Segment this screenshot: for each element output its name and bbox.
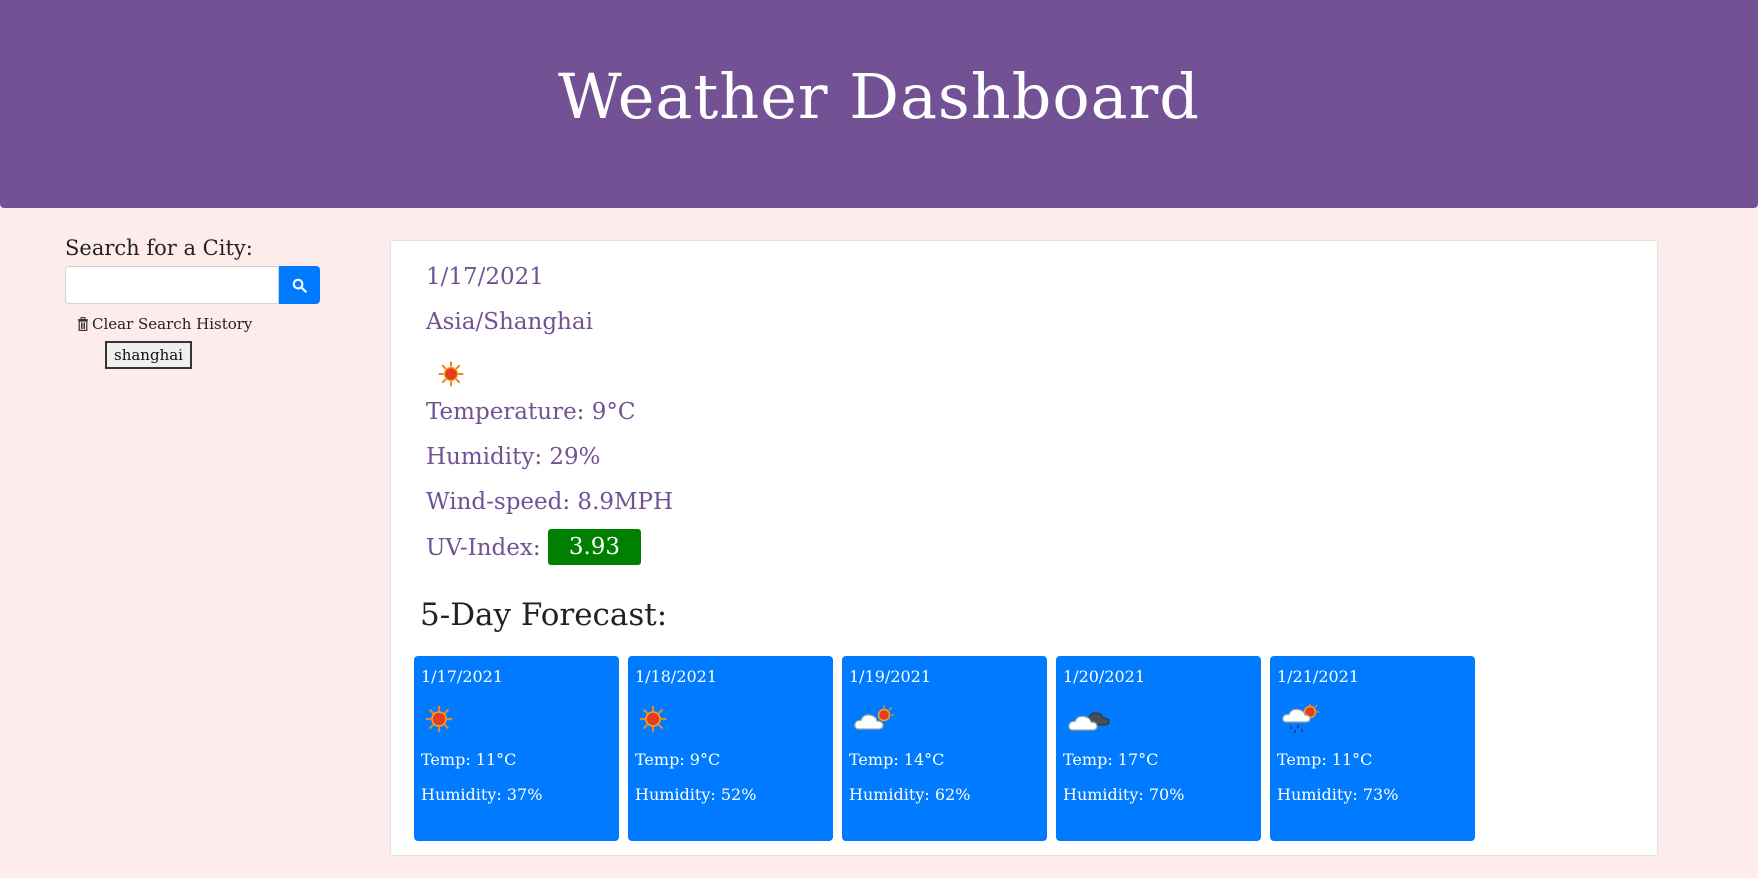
- forecast-card-day-1: 1/17/2021 Temp: 11°C Humidity: 37%: [414, 656, 619, 841]
- uv-index-row: UV-Index: 3.93: [426, 529, 673, 576]
- current-timezone: Asia/Shanghai: [426, 309, 593, 335]
- search-icon: [292, 278, 307, 293]
- sun-icon: [438, 361, 464, 386]
- rain-sun-icon: [1282, 704, 1320, 734]
- partly-cloudy-icon: [854, 705, 895, 730]
- forecast-date: 1/21/2021: [1277, 667, 1360, 686]
- forecast-card-day-5: 1/21/2021 Temp: 11°C Humidity: 73%: [1270, 656, 1475, 841]
- page-title: Weather Dashboard: [558, 59, 1200, 133]
- uv-index-badge: 3.93: [547, 529, 641, 565]
- forecast-humidity: Humidity: 73%: [1277, 785, 1399, 804]
- search-row: [65, 266, 325, 304]
- forecast-title: 5-Day Forecast:: [420, 597, 668, 633]
- forecast-temp: Temp: 11°C: [1277, 750, 1373, 769]
- forecast-date: 1/18/2021: [635, 667, 718, 686]
- forecast-icon-wrap: [1063, 698, 1254, 740]
- forecast-list: 1/17/2021 Temp: 11°C Humidity: 37% 1/18/…: [414, 656, 1484, 841]
- trash-icon: [78, 317, 88, 331]
- forecast-icon-wrap: [421, 698, 612, 740]
- search-button[interactable]: [279, 266, 320, 304]
- forecast-temp: Temp: 17°C: [1063, 750, 1159, 769]
- forecast-card-day-4: 1/20/2021 Temp: 17°C Humidity: 70%: [1056, 656, 1261, 841]
- page-header: Weather Dashboard: [0, 0, 1758, 208]
- forecast-temp: Temp: 9°C: [635, 750, 721, 769]
- clear-history-button[interactable]: Clear Search History: [77, 315, 325, 333]
- uv-index-label: UV-Index:: [426, 535, 541, 561]
- forecast-temp: Temp: 14°C: [849, 750, 945, 769]
- clear-history-label: Clear Search History: [92, 315, 253, 333]
- forecast-card-day-2: 1/18/2021 Temp: 9°C Humidity: 52%: [628, 656, 833, 841]
- history-item-shanghai[interactable]: shanghai: [105, 341, 192, 369]
- current-wind-speed: Wind-speed: 8.9MPH: [426, 489, 674, 515]
- search-history-list: shanghai: [65, 333, 325, 369]
- current-weather-icon-wrap: [426, 351, 673, 396]
- sun-icon: [639, 705, 667, 733]
- forecast-humidity: Humidity: 37%: [421, 785, 543, 804]
- city-search-input[interactable]: [65, 266, 279, 304]
- current-humidity: Humidity: 29%: [426, 444, 601, 470]
- current-date: 1/17/2021: [426, 264, 544, 290]
- forecast-icon-wrap: [1277, 698, 1468, 740]
- forecast-card-day-3: 1/19/2021 Temp: 14°C Humidity: 62%: [842, 656, 1047, 841]
- forecast-date: 1/19/2021: [849, 667, 932, 686]
- cloudy-icon: [1068, 712, 1110, 731]
- current-temperature: Temperature: 9°C: [426, 399, 636, 425]
- forecast-humidity: Humidity: 52%: [635, 785, 757, 804]
- search-label: Search for a City:: [65, 236, 253, 260]
- forecast-date: 1/20/2021: [1063, 667, 1146, 686]
- forecast-humidity: Humidity: 62%: [849, 785, 971, 804]
- forecast-temp: Temp: 11°C: [421, 750, 517, 769]
- forecast-icon-wrap: [849, 698, 1040, 740]
- search-sidebar: Search for a City: Clear Search History …: [65, 236, 325, 369]
- forecast-date: 1/17/2021: [421, 667, 504, 686]
- current-weather: 1/17/2021 Asia/Shanghai Temperature: 9°C…: [426, 261, 673, 576]
- weather-card: 1/17/2021 Asia/Shanghai Temperature: 9°C…: [390, 240, 1658, 856]
- forecast-humidity: Humidity: 70%: [1063, 785, 1185, 804]
- sun-icon: [425, 705, 453, 733]
- forecast-icon-wrap: [635, 698, 826, 740]
